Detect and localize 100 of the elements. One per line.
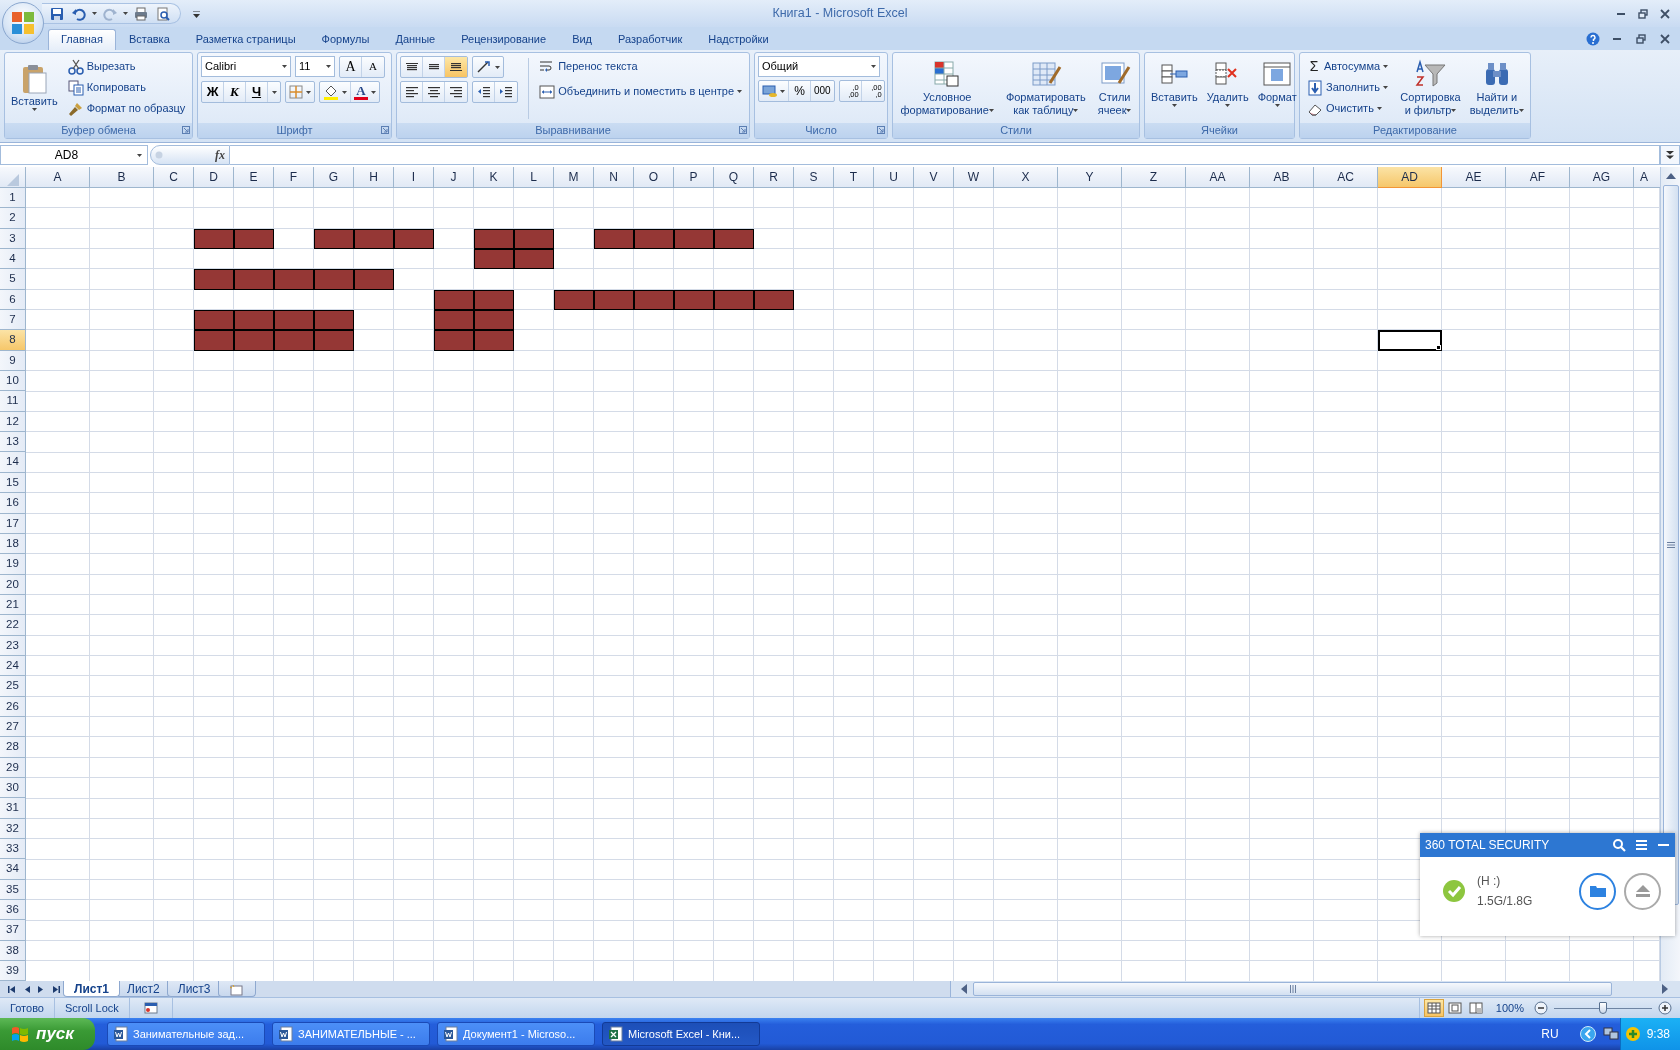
column-header[interactable]: Z (1122, 167, 1186, 188)
row-header[interactable]: 10 (0, 371, 26, 392)
font-color-button[interactable]: A (351, 82, 379, 102)
column-header[interactable]: AB (1250, 167, 1314, 188)
row-header[interactable]: 9 (0, 350, 26, 372)
cells-button[interactable]: Вставить (1148, 56, 1201, 123)
grow-font-button[interactable]: A (340, 57, 362, 77)
row-header[interactable]: 38 (0, 940, 26, 962)
wrap-text-button[interactable]: Перенос текста (535, 56, 746, 77)
row-header[interactable]: 21 (0, 594, 26, 616)
column-header[interactable]: A (26, 167, 90, 188)
find-select-button[interactable]: Найти и выделить (1466, 56, 1527, 123)
ribbon-tab[interactable]: Разработчик (605, 28, 696, 50)
column-header[interactable]: AC (1314, 167, 1378, 188)
fill-button[interactable]: Заполнить (1303, 77, 1395, 98)
ribbon-tab[interactable]: Надстройки (695, 28, 782, 50)
row-header[interactable]: 34 (0, 859, 26, 880)
styles-button[interactable]: Стили ячеек (1094, 56, 1135, 123)
merge-center-button[interactable]: Объединить и поместить в центре (535, 81, 746, 102)
name-box[interactable]: AD8 (0, 145, 148, 165)
percent-button[interactable]: % (789, 81, 811, 101)
row-header[interactable]: 3 (0, 228, 26, 250)
copy-button[interactable]: Копировать (63, 77, 190, 98)
column-header[interactable]: H (354, 167, 394, 188)
shrink-font-button[interactable]: A (362, 57, 384, 77)
column-header[interactable]: N (594, 167, 634, 188)
row-header[interactable]: 15 (0, 472, 26, 494)
start-button[interactable]: пуск (0, 1018, 95, 1050)
clear-button[interactable]: Очистить (1303, 98, 1395, 119)
ribbon-tab[interactable]: Данные (382, 28, 449, 50)
column-header[interactable]: M (554, 167, 594, 188)
paste-button[interactable]: Вставить (8, 60, 61, 123)
column-header[interactable]: AA (1186, 167, 1250, 188)
column-header[interactable]: C (154, 167, 194, 188)
styles-button[interactable]: Форматировать как таблицу (1002, 56, 1089, 123)
taskbar-button[interactable]: Документ1 - Microso... (437, 1022, 595, 1047)
sheet-tab[interactable]: Лист1 (63, 981, 121, 998)
styles-button[interactable]: Условное форматирование (897, 56, 997, 123)
number-format-field[interactable]: Общий (758, 56, 880, 77)
row-header[interactable]: 18 (0, 533, 26, 555)
font-name-field[interactable]: Calibri (201, 56, 291, 77)
row-header[interactable]: 31 (0, 798, 26, 819)
row-header[interactable]: 26 (0, 696, 26, 717)
ribbon-tab[interactable]: Разметка страницы (182, 28, 309, 50)
ribbon-tab[interactable]: Вставка (115, 28, 183, 50)
row-header[interactable]: 2 (0, 208, 26, 229)
italic-button[interactable]: К (224, 82, 246, 102)
column-header[interactable]: AG (1570, 167, 1634, 188)
column-header[interactable]: E (234, 167, 274, 188)
row-header[interactable]: 14 (0, 452, 26, 473)
insert-function-button[interactable]: fx (215, 147, 225, 163)
row-header[interactable]: 1 (0, 188, 26, 209)
row-header[interactable]: 36 (0, 900, 26, 921)
row-header[interactable]: 7 (0, 310, 26, 331)
row-header[interactable]: 35 (0, 879, 26, 901)
cut-button[interactable]: Вырезать (63, 56, 190, 77)
cells-button[interactable]: Формат (1254, 56, 1300, 123)
column-header[interactable]: B (90, 167, 154, 188)
column-header[interactable]: K (474, 167, 514, 188)
ribbon-tab[interactable]: Формулы (308, 28, 383, 50)
column-header[interactable]: J (434, 167, 474, 188)
cells-button[interactable]: Удалить (1203, 56, 1252, 123)
column-header[interactable]: A (1634, 167, 1660, 188)
row-header[interactable]: 4 (0, 249, 26, 270)
column-header[interactable]: V (914, 167, 954, 188)
row-header[interactable]: 13 (0, 432, 26, 453)
row-header[interactable]: 24 (0, 655, 26, 677)
column-header[interactable]: D (194, 167, 234, 188)
column-header[interactable]: W (954, 167, 994, 188)
row-header[interactable]: 37 (0, 920, 26, 941)
bold-button[interactable]: Ж (202, 82, 224, 102)
column-header[interactable]: U (874, 167, 914, 188)
format-painter-button[interactable]: Формат по образцу (63, 98, 190, 119)
row-header[interactable]: 22 (0, 615, 26, 636)
column-header[interactable]: O (634, 167, 674, 188)
row-header[interactable]: 8 (0, 330, 26, 351)
column-header[interactable]: X (994, 167, 1058, 188)
ribbon-tab[interactable]: Вид (559, 28, 606, 50)
row-header[interactable]: 12 (0, 411, 26, 433)
column-header[interactable]: Q (714, 167, 754, 188)
row-header[interactable]: 19 (0, 554, 26, 575)
row-header[interactable]: 25 (0, 676, 26, 697)
sort-filter-button[interactable]: Сортировка и фильтр (1397, 56, 1464, 123)
row-header[interactable]: 17 (0, 513, 26, 534)
taskbar-button[interactable]: ЗАНИМАТЕЛЬНЫЕ - ... (272, 1022, 430, 1047)
row-header[interactable]: 27 (0, 716, 26, 738)
row-header[interactable]: 28 (0, 737, 26, 758)
taskbar-button[interactable]: Занимательные зад... (107, 1022, 265, 1047)
row-header[interactable]: 30 (0, 777, 26, 799)
thousands-button[interactable]: 000 (811, 81, 834, 101)
row-header[interactable]: 39 (0, 961, 26, 982)
row-header[interactable]: 6 (0, 289, 26, 311)
column-header[interactable]: R (754, 167, 794, 188)
row-header[interactable]: 11 (0, 391, 26, 412)
column-header[interactable]: P (674, 167, 714, 188)
column-header[interactable]: AD (1378, 167, 1442, 188)
column-header[interactable]: G (314, 167, 354, 188)
row-header[interactable]: 16 (0, 493, 26, 514)
column-header[interactable]: L (514, 167, 554, 188)
row-header[interactable]: 5 (0, 269, 26, 290)
